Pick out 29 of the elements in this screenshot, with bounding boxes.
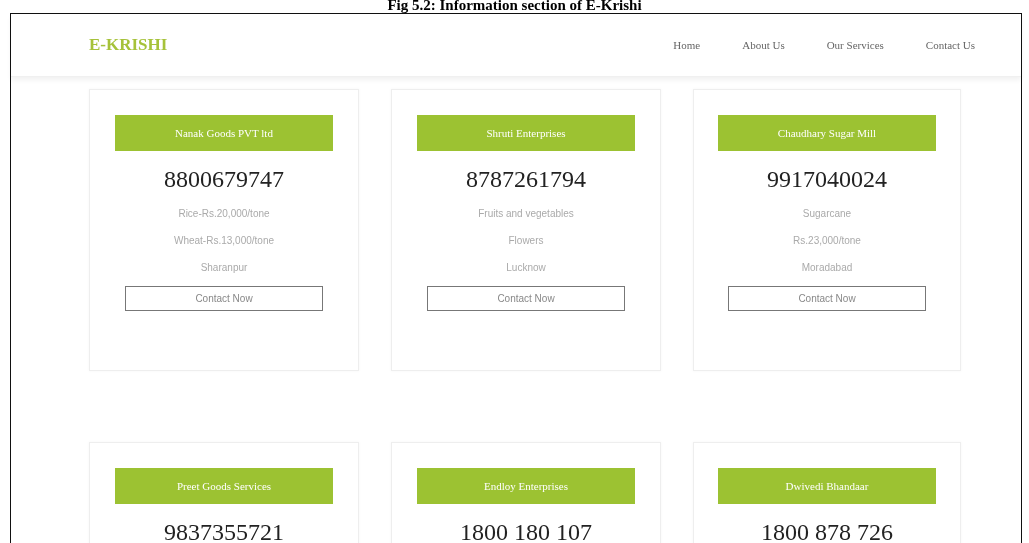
card-title: Nanak Goods PVT ltd bbox=[115, 115, 333, 151]
phone-number: 1800 180 107 bbox=[460, 518, 592, 543]
card-title: Dwivedi Bhandaar bbox=[718, 468, 936, 504]
figure-caption: Fig 5.2: Information section of E-Krishi bbox=[386, 0, 643, 11]
card-detail: Rice-Rs.20,000/tone bbox=[178, 207, 270, 220]
card-title: Chaudhary Sugar Mill bbox=[718, 115, 936, 151]
phone-number: 8787261794 bbox=[466, 165, 586, 193]
card-title: Preet Goods Services bbox=[115, 468, 333, 504]
card-title: Endloy Enterprises bbox=[417, 468, 635, 504]
phone-number: 9917040024 bbox=[767, 165, 887, 193]
nav-link[interactable]: About Us bbox=[742, 39, 785, 51]
phone-number: 1800 878 726 bbox=[761, 518, 893, 543]
card-detail: Sugarcane bbox=[802, 207, 852, 220]
card-title: Shruti Enterprises bbox=[417, 115, 635, 151]
phone-number: 8800679747 bbox=[164, 165, 284, 193]
contact-button[interactable]: Contact Now bbox=[427, 286, 625, 311]
nav-link[interactable]: Our Services bbox=[826, 39, 884, 51]
card-detail: Flowers bbox=[508, 234, 544, 247]
card-detail: Rs.23,000/tone bbox=[793, 234, 861, 247]
nav-link[interactable]: Contact Us bbox=[925, 39, 975, 51]
card-detail: Sharanpur bbox=[200, 261, 248, 274]
card-detail: Moradabad bbox=[801, 261, 853, 274]
card-detail: Lucknow bbox=[506, 261, 546, 274]
contact-button[interactable]: Contact Now bbox=[125, 286, 323, 311]
card-detail: Fruits and vegetables bbox=[478, 207, 574, 220]
nav-link[interactable]: Home bbox=[673, 39, 701, 51]
card-detail: Wheat-Rs.13,000/tone bbox=[173, 234, 275, 247]
contact-button[interactable]: Contact Now bbox=[728, 286, 926, 311]
phone-number: 9837355721 bbox=[164, 518, 284, 543]
